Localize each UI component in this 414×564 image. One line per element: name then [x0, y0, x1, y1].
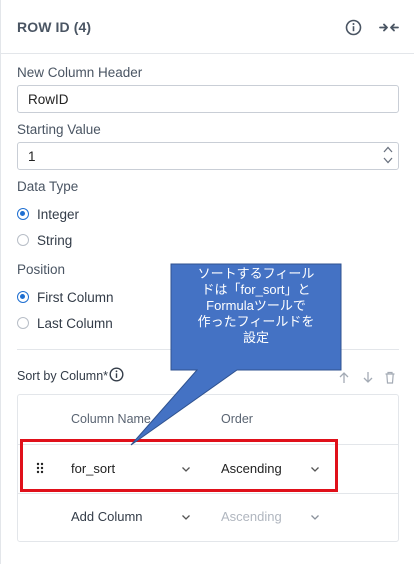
- chevron-down-icon[interactable]: [181, 514, 191, 521]
- position-last-column-label: Last Column: [37, 315, 113, 331]
- highlight-box: [20, 439, 338, 492]
- move-down-icon[interactable]: [362, 371, 374, 384]
- data-type-integer-label: Integer: [37, 206, 80, 222]
- radio-unselected-icon[interactable]: [17, 317, 29, 329]
- column-name-header: Column Name: [71, 412, 151, 426]
- data-type-label: Data Type: [17, 179, 79, 194]
- order-header: Order: [221, 412, 253, 426]
- section-divider: [17, 349, 399, 350]
- sort-by-column-label: Sort by Column*: [17, 369, 109, 383]
- position-label: Position: [17, 262, 66, 277]
- callout-text: ソートするフィール ドは「for_sort」と Formulaツールで 作ったフ…: [197, 266, 315, 345]
- starting-value-input[interactable]: [17, 142, 399, 170]
- radio-unselected-icon[interactable]: [17, 234, 29, 246]
- data-type-integer-option[interactable]: Integer: [17, 205, 79, 223]
- table-row[interactable]: Add Column Ascending: [18, 493, 398, 541]
- info-icon[interactable]: [345, 19, 362, 36]
- row-id-config-panel: ROW ID (4) New Column Header Starting Va…: [0, 0, 414, 564]
- chevron-down-icon[interactable]: [310, 514, 320, 521]
- move-up-icon[interactable]: [338, 371, 350, 384]
- panel-title: ROW ID (4): [17, 19, 92, 35]
- number-stepper-icon[interactable]: [381, 144, 395, 166]
- table-header-row: Column Name Order: [18, 395, 398, 445]
- data-type-string-option[interactable]: String: [17, 231, 72, 249]
- collapse-arrows-icon[interactable]: [379, 19, 399, 36]
- column-header-label: New Column Header: [17, 65, 143, 80]
- position-first-column-label: First Column: [37, 289, 114, 305]
- info-icon[interactable]: [109, 367, 124, 382]
- radio-selected-icon[interactable]: [17, 291, 29, 303]
- starting-value-label: Starting Value: [17, 122, 101, 137]
- column-header-input[interactable]: [17, 85, 399, 113]
- starting-value-wrapper: [17, 142, 399, 170]
- add-order-select[interactable]: Ascending: [221, 509, 282, 524]
- data-type-string-label: String: [37, 232, 73, 248]
- panel-header: ROW ID (4): [1, 0, 414, 54]
- position-last-column-option[interactable]: Last Column: [17, 314, 113, 332]
- radio-selected-icon[interactable]: [17, 208, 29, 220]
- position-first-column-option[interactable]: First Column: [17, 288, 114, 306]
- add-column-select[interactable]: Add Column: [71, 509, 143, 524]
- trash-icon[interactable]: [384, 371, 396, 384]
